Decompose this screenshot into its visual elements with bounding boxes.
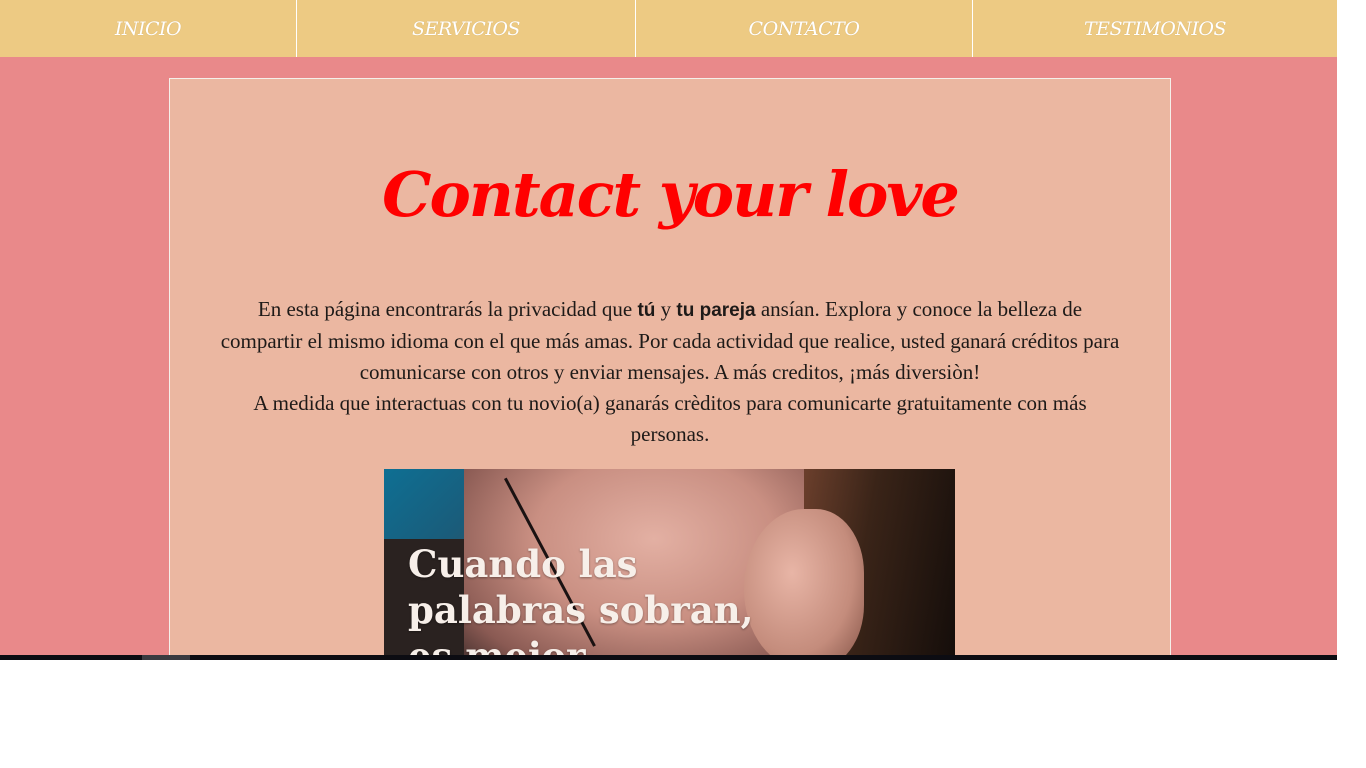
content-card: Contact your love En esta página encontr… [169,78,1171,660]
intro-text-part: y [655,297,677,321]
intro-bold-pareja: tu pareja [676,300,756,321]
nav-link-contacto[interactable]: CONTACTO [635,0,972,57]
main-navbar: INICIO SERVICIOS CONTACTO TESTIMONIOS [0,0,1337,57]
nav-link-servicios[interactable]: SERVICIOS [296,0,635,57]
nav-link-testimonios[interactable]: TESTIMONIOS [972,0,1337,57]
intro-bold-tu: tú [637,300,656,321]
page-viewport: INICIO SERVICIOS CONTACTO TESTIMONIOS Co… [0,0,1337,660]
page-title: Contact your love [382,158,960,231]
intro-text: En esta página encontrarás la privacidad… [215,294,1125,450]
intro-paragraph-2: A medida que interactuas con tu novio(a)… [253,391,1087,446]
intro-text-part: En esta página encontrarás la privacidad… [257,297,638,321]
bottom-bar-tab[interactable] [142,655,190,660]
bottom-bar [0,655,1337,660]
nav-link-inicio[interactable]: INICIO [0,0,296,57]
hero-caption: Cuando las palabras sobran, es mejor esc… [408,542,754,660]
hero-image: Cuando las palabras sobran, es mejor esc… [384,469,955,660]
